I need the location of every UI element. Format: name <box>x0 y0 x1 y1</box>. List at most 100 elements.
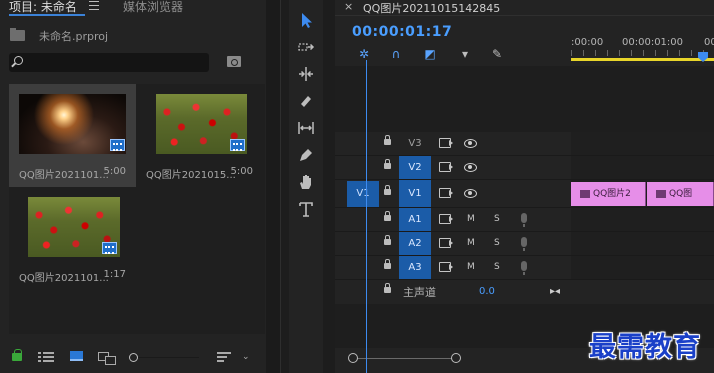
master-track-label: 主声道 <box>403 286 436 299</box>
tracks-area: V3 V2 V1 V1 QQ图片2 QQ图 A1 M S A2 M S A3 M… <box>335 66 714 348</box>
track-label[interactable]: A2 <box>399 232 431 255</box>
item-name: QQ图片2021101... <box>19 170 109 181</box>
ripple-edit-tool-icon[interactable] <box>293 63 319 85</box>
project-items-grid: QQ图片2021101... 5:00 QQ图片2021015... 5:00 … <box>9 84 265 334</box>
linked-selection-icon[interactable]: ◩ <box>422 47 438 61</box>
hand-tool-icon[interactable] <box>293 171 319 193</box>
track-label[interactable]: V1 <box>399 180 431 207</box>
sync-lock-icon[interactable] <box>439 262 453 272</box>
sequence-badge-icon <box>230 139 245 151</box>
timeline-panel: × QQ图片20211015142845 00:00:01:17 ✲ ∩ ◩ ▾… <box>335 0 714 373</box>
mute-button[interactable]: M <box>467 232 475 255</box>
chevron-down-icon[interactable]: ⌄ <box>242 352 250 362</box>
lock-icon[interactable] <box>384 259 391 269</box>
track-clip-area[interactable] <box>571 156 714 179</box>
item-duration: 5:00 <box>103 166 126 177</box>
sort-icon[interactable] <box>217 352 231 363</box>
type-tool-icon[interactable] <box>293 198 319 220</box>
eye-icon[interactable] <box>464 189 477 198</box>
track-label[interactable]: V3 <box>399 132 431 155</box>
new-search-bin-icon[interactable] <box>227 56 241 67</box>
mute-button[interactable]: M <box>467 256 475 279</box>
slip-tool-icon[interactable] <box>293 117 319 139</box>
master-track: 主声道 0.0 ▸◂ <box>335 280 714 304</box>
timeline-clip[interactable]: QQ图片2 <box>571 182 646 206</box>
track-a2: A2 M S <box>335 232 714 256</box>
track-v2: V2 <box>335 156 714 180</box>
mic-icon[interactable] <box>521 213 527 227</box>
time-ruler[interactable]: :00:00 00:00:01:00 00 <box>571 28 714 66</box>
project-folder-icon <box>10 28 25 41</box>
lock-icon[interactable] <box>384 211 391 221</box>
mic-icon[interactable] <box>521 261 527 275</box>
playhead-line[interactable] <box>366 60 367 373</box>
sync-lock-icon[interactable] <box>439 138 453 148</box>
sync-lock-icon[interactable] <box>439 238 453 248</box>
track-label[interactable]: A3 <box>399 256 431 279</box>
sequence-badge-icon <box>110 139 125 151</box>
freeform-view-icon[interactable] <box>98 352 116 365</box>
snap-icon[interactable]: ∩ <box>388 47 404 61</box>
track-label[interactable]: V2 <box>399 156 431 179</box>
lock-icon[interactable] <box>384 159 391 169</box>
project-item[interactable]: QQ图片2021015... 5:00 <box>136 84 263 187</box>
mute-button[interactable]: M <box>467 208 475 231</box>
write-lock-icon[interactable] <box>12 349 22 361</box>
track-select-tool-icon[interactable] <box>293 36 319 58</box>
master-volume-value[interactable]: 0.0 <box>479 286 495 297</box>
scroll-handle-right[interactable] <box>451 353 461 363</box>
solo-button[interactable]: S <box>494 208 500 231</box>
razor-tool-icon[interactable] <box>293 90 319 112</box>
playhead-timecode[interactable]: 00:00:01:17 <box>352 24 452 40</box>
solo-button[interactable]: S <box>494 256 500 279</box>
tools-panel <box>289 0 323 373</box>
lock-icon[interactable] <box>384 283 391 293</box>
selection-tool-icon[interactable] <box>293 9 319 31</box>
mic-icon[interactable] <box>521 237 527 251</box>
search-icon <box>14 56 23 65</box>
settings-wrench-icon[interactable]: ✎ <box>489 47 505 61</box>
go-to-end-icon[interactable]: ▸◂ <box>550 286 564 297</box>
ruler-label: 00:00:01:00 <box>622 37 684 48</box>
sequence-tab[interactable]: QQ图片20211015142845 <box>363 0 500 16</box>
ruler-ticks <box>571 50 714 56</box>
project-item[interactable]: QQ图片2021101... 1:17 <box>9 187 136 290</box>
clip-label: QQ图 <box>669 189 693 199</box>
timeline-clip[interactable]: QQ图 <box>647 182 714 206</box>
add-marker-icon[interactable]: ▾ <box>457 47 473 61</box>
nest-toggle-icon[interactable]: ✲ <box>356 47 372 61</box>
tab-media-browser[interactable]: 媒体浏览器 <box>123 0 183 15</box>
project-item[interactable]: QQ图片2021101... 5:00 <box>9 84 136 187</box>
track-clip-area[interactable] <box>571 256 714 279</box>
sync-lock-icon[interactable] <box>439 188 453 198</box>
watermark-logo: 最需教育 <box>589 332 701 363</box>
tab-project[interactable]: 项目: 未命名 <box>9 0 77 15</box>
solo-button[interactable]: S <box>494 232 500 255</box>
lock-icon[interactable] <box>384 185 391 195</box>
lock-icon[interactable] <box>384 135 391 145</box>
track-label[interactable]: A1 <box>399 208 431 231</box>
item-duration: 1:17 <box>103 269 126 280</box>
icon-view-icon[interactable] <box>70 351 83 361</box>
track-clip-area[interactable] <box>571 232 714 255</box>
panel-divider <box>266 0 280 373</box>
thumbnail-zoom-slider[interactable] <box>129 353 199 363</box>
pen-tool-icon[interactable] <box>293 144 319 166</box>
eye-icon[interactable] <box>464 163 477 172</box>
active-tab-indicator <box>9 14 85 16</box>
list-view-icon[interactable] <box>38 352 54 363</box>
source-patch-v1[interactable]: V1 <box>347 181 379 207</box>
work-area-bar[interactable] <box>571 58 714 61</box>
panel-menu-icon[interactable] <box>89 1 99 10</box>
track-clip-area[interactable] <box>571 132 714 155</box>
track-clip-area[interactable] <box>571 208 714 231</box>
sync-lock-icon[interactable] <box>439 162 453 172</box>
scroll-handle-left[interactable] <box>348 353 358 363</box>
sync-lock-icon[interactable] <box>439 214 453 224</box>
fx-badge-icon <box>580 189 590 198</box>
eye-icon[interactable] <box>464 139 477 148</box>
ruler-label: :00:00 <box>571 37 604 48</box>
project-search-input[interactable] <box>9 53 209 72</box>
lock-icon[interactable] <box>384 235 391 245</box>
close-icon[interactable]: × <box>344 0 353 13</box>
